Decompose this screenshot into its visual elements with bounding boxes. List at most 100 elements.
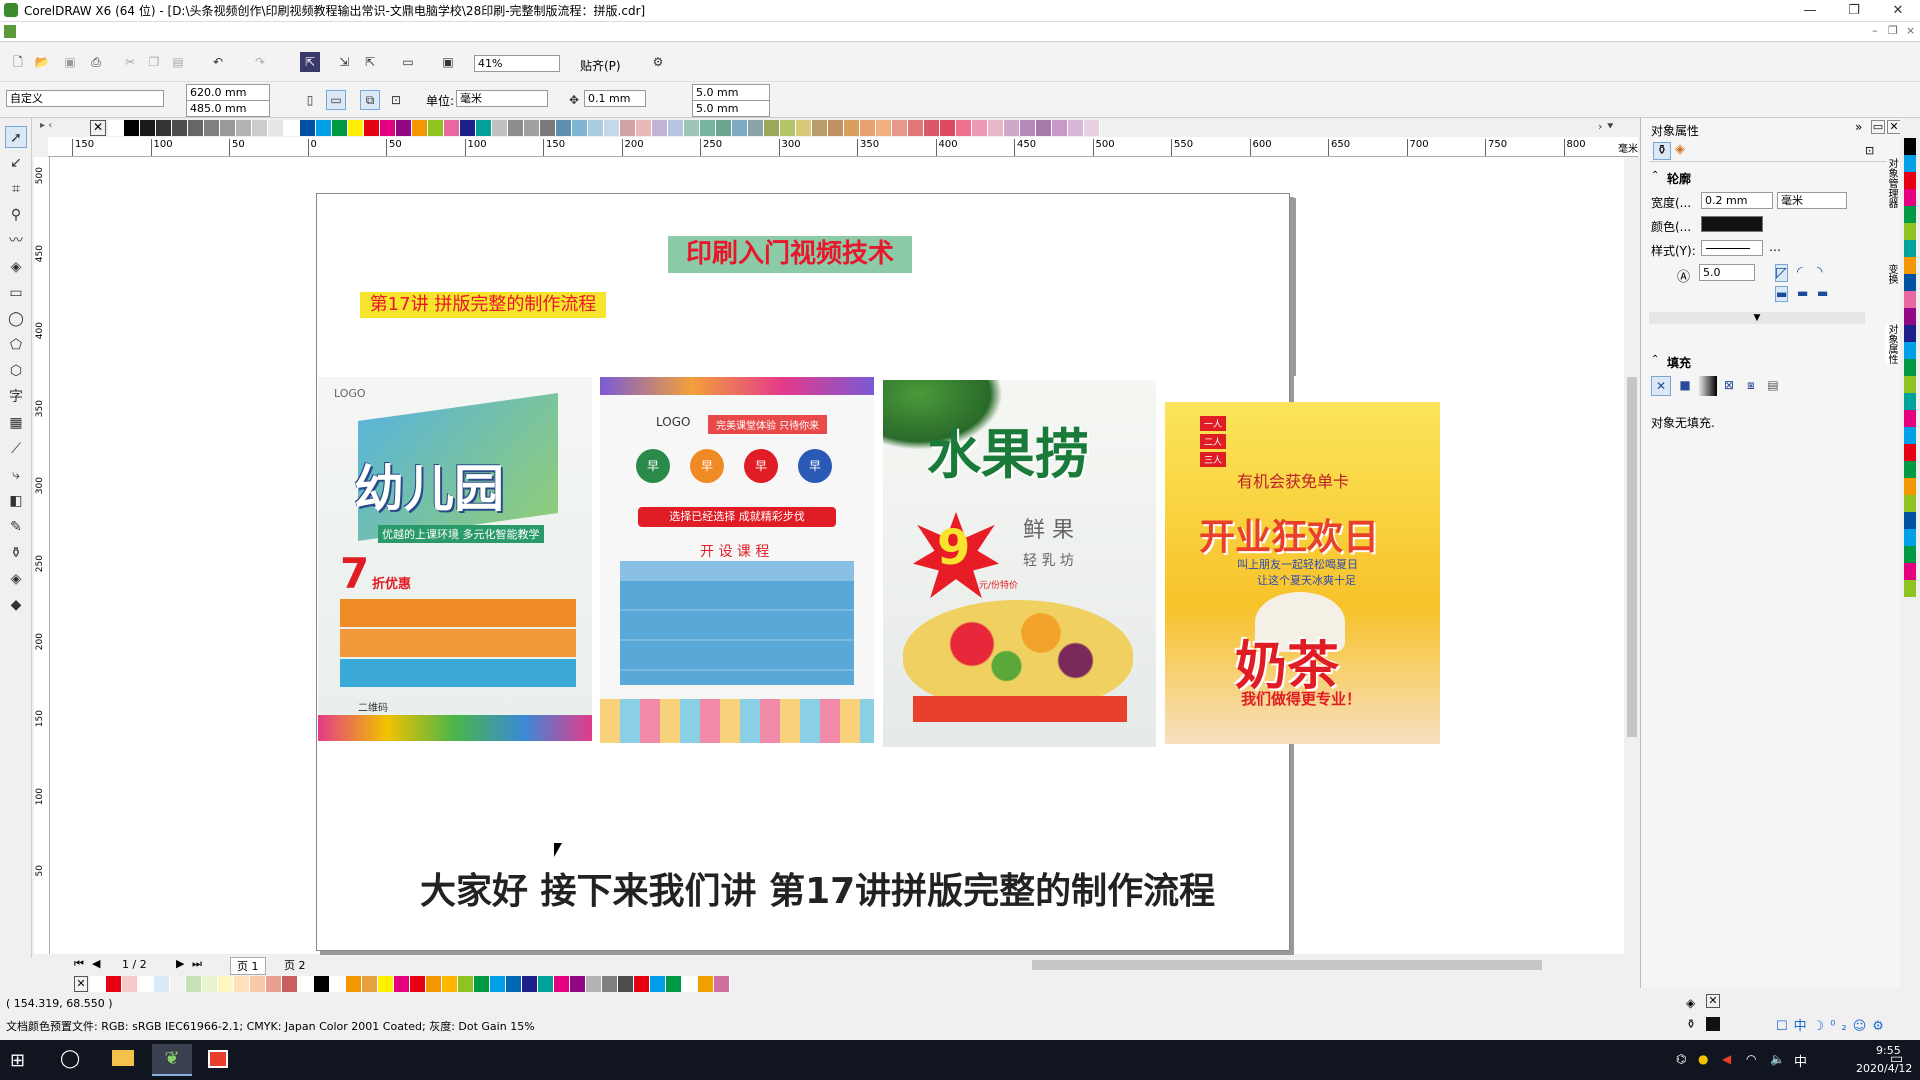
palette-swatch[interactable] <box>284 120 300 136</box>
tray-shield-icon[interactable]: ● <box>1698 1052 1708 1066</box>
palette-swatch[interactable] <box>442 976 458 992</box>
outline-unit-select[interactable]: 毫米 <box>1777 192 1847 209</box>
palette-swatch[interactable] <box>1904 240 1916 257</box>
vertical-scroll-thumb[interactable] <box>1627 377 1637 737</box>
palette-swatch[interactable] <box>1904 138 1916 155</box>
search-content-icon[interactable]: ⇱ <box>300 52 320 72</box>
palette-swatch[interactable] <box>170 976 186 992</box>
palette-swatch[interactable] <box>316 120 332 136</box>
corner-bevel-icon[interactable]: ◝ <box>1817 264 1822 280</box>
poster-kindergarten[interactable]: LOGO 幼儿园 优越的上课环境 多元化智能教学 7 折优惠 二维码 <box>318 377 592 741</box>
document-palette[interactable] <box>90 976 730 992</box>
palette-swatch[interactable] <box>684 120 700 136</box>
cap-round-icon[interactable]: ▬ <box>1797 286 1808 300</box>
page-preset-select[interactable]: 自定义 <box>6 90 164 107</box>
new-document-icon[interactable]: 🗋 <box>8 52 28 72</box>
palette-swatch[interactable] <box>1904 308 1916 325</box>
import-icon[interactable]: ⇲ <box>334 52 354 72</box>
docker-collapse-icon[interactable]: » <box>1855 120 1862 134</box>
palette-swatch[interactable] <box>188 120 204 136</box>
nudge-distance-field[interactable]: 0.1 mm <box>584 90 646 107</box>
redo-icon[interactable]: ↷ <box>250 52 270 72</box>
palette-swatch[interactable] <box>1068 120 1084 136</box>
fill-tool-icon[interactable]: ◈ <box>5 568 27 590</box>
palette-swatch[interactable] <box>348 120 364 136</box>
no-color-swatch[interactable]: ✕ <box>90 120 106 136</box>
vertical-scrollbar[interactable] <box>1624 157 1640 954</box>
palette-swatch[interactable] <box>716 120 732 136</box>
palette-swatch[interactable] <box>1904 223 1916 240</box>
palette-swatch[interactable] <box>250 976 266 992</box>
zoom-tool-icon[interactable]: ⚲ <box>5 204 27 226</box>
palette-swatch[interactable] <box>236 120 252 136</box>
first-page-icon[interactable]: ⏮ <box>74 957 84 971</box>
palette-swatch[interactable] <box>252 120 268 136</box>
palette-swatch[interactable] <box>1904 563 1916 580</box>
corner-miter-icon[interactable]: ◸ <box>1775 264 1788 282</box>
pattern-fill-type-icon[interactable]: ⊠ <box>1719 376 1739 396</box>
outline-style-select[interactable] <box>1701 240 1763 256</box>
polygon-tool-icon[interactable]: ⬠ <box>5 334 27 356</box>
palette-swatch[interactable] <box>1904 342 1916 359</box>
page-tab-1[interactable]: 页 1 <box>230 957 266 975</box>
palette-swatch[interactable] <box>140 120 156 136</box>
docker-minimize-icon[interactable]: ▭ <box>1871 120 1885 134</box>
cap-butt-icon[interactable]: ▬ <box>1775 286 1789 302</box>
doc-close-button[interactable]: × <box>1906 24 1915 37</box>
palette-swatch[interactable] <box>458 976 474 992</box>
palette-swatch[interactable] <box>1904 325 1916 342</box>
palette-swatch[interactable] <box>748 120 764 136</box>
palette-swatch[interactable] <box>122 976 138 992</box>
palette-swatch[interactable] <box>764 120 780 136</box>
palette-swatch[interactable] <box>570 976 586 992</box>
palette-swatch[interactable] <box>554 976 570 992</box>
palette-swatch[interactable] <box>1904 257 1916 274</box>
outline-pen-icon[interactable]: ⚱ <box>5 542 27 564</box>
palette-swatch[interactable] <box>1904 172 1916 189</box>
basic-shapes-tool-icon[interactable]: ⬡ <box>5 360 27 382</box>
palette-swatch[interactable] <box>330 976 346 992</box>
docker-side-tab-objects[interactable]: 对象管理器 <box>1885 158 1899 208</box>
palette-swatch[interactable] <box>444 120 460 136</box>
palette-swatch[interactable] <box>490 976 506 992</box>
palette-swatch[interactable] <box>1904 495 1916 512</box>
zoom-select[interactable]: 41% <box>474 55 560 72</box>
color-palette-top[interactable] <box>108 120 1100 136</box>
palette-swatch[interactable] <box>714 976 730 992</box>
palette-swatch[interactable] <box>812 120 828 136</box>
outline-section-toggle-icon[interactable]: ⌃ <box>1651 170 1659 181</box>
palette-swatch[interactable] <box>428 120 444 136</box>
palette-swatch[interactable] <box>234 976 250 992</box>
palette-swatch[interactable] <box>636 120 652 136</box>
rectangle-tool-icon[interactable]: ▭ <box>5 282 27 304</box>
palette-swatch[interactable] <box>172 120 188 136</box>
palette-swatch[interactable] <box>972 120 988 136</box>
horizontal-ruler[interactable]: 150 100 50 0 50 100 150 200 250 300 350 400 450 500 55… <box>48 137 1638 157</box>
outline-color-picker[interactable] <box>1701 216 1763 232</box>
palette-swatch[interactable] <box>700 120 716 136</box>
palette-swatch[interactable] <box>90 976 106 992</box>
fill-indicator-icon[interactable]: ◈ <box>1686 996 1695 1010</box>
docker-close-icon[interactable]: ✕ <box>1887 120 1901 134</box>
horizontal-scroll-thumb[interactable] <box>1032 960 1542 970</box>
palette-swatch[interactable] <box>586 976 602 992</box>
restore-button[interactable]: ❐ <box>1832 0 1876 22</box>
palette-swatch[interactable] <box>524 120 540 136</box>
palette-swatch[interactable] <box>1052 120 1068 136</box>
palette-swatch[interactable] <box>1904 580 1916 597</box>
palette-swatch[interactable] <box>556 120 572 136</box>
welcome-screen-icon[interactable]: ▣ <box>438 52 458 72</box>
connector-tool-icon[interactable]: ⤷ <box>5 464 27 486</box>
palette-swatch[interactable] <box>298 976 314 992</box>
postscript-fill-type-icon[interactable]: ▤ <box>1763 376 1783 396</box>
palette-swatch[interactable] <box>1904 393 1916 410</box>
prev-page-icon[interactable]: ◀ <box>92 957 100 970</box>
palette-swatch[interactable] <box>908 120 924 136</box>
palette-swatch[interactable] <box>476 120 492 136</box>
palette-swatch[interactable] <box>522 976 538 992</box>
palette-scroll-right[interactable]: › ⯆ <box>1598 120 1615 134</box>
open-icon[interactable]: 📂 <box>32 52 52 72</box>
palette-swatch[interactable] <box>508 120 524 136</box>
subheading-title[interactable]: 第17讲 拼版完整的制作流程 <box>360 292 606 318</box>
cut-icon[interactable]: ✂ <box>120 52 140 72</box>
